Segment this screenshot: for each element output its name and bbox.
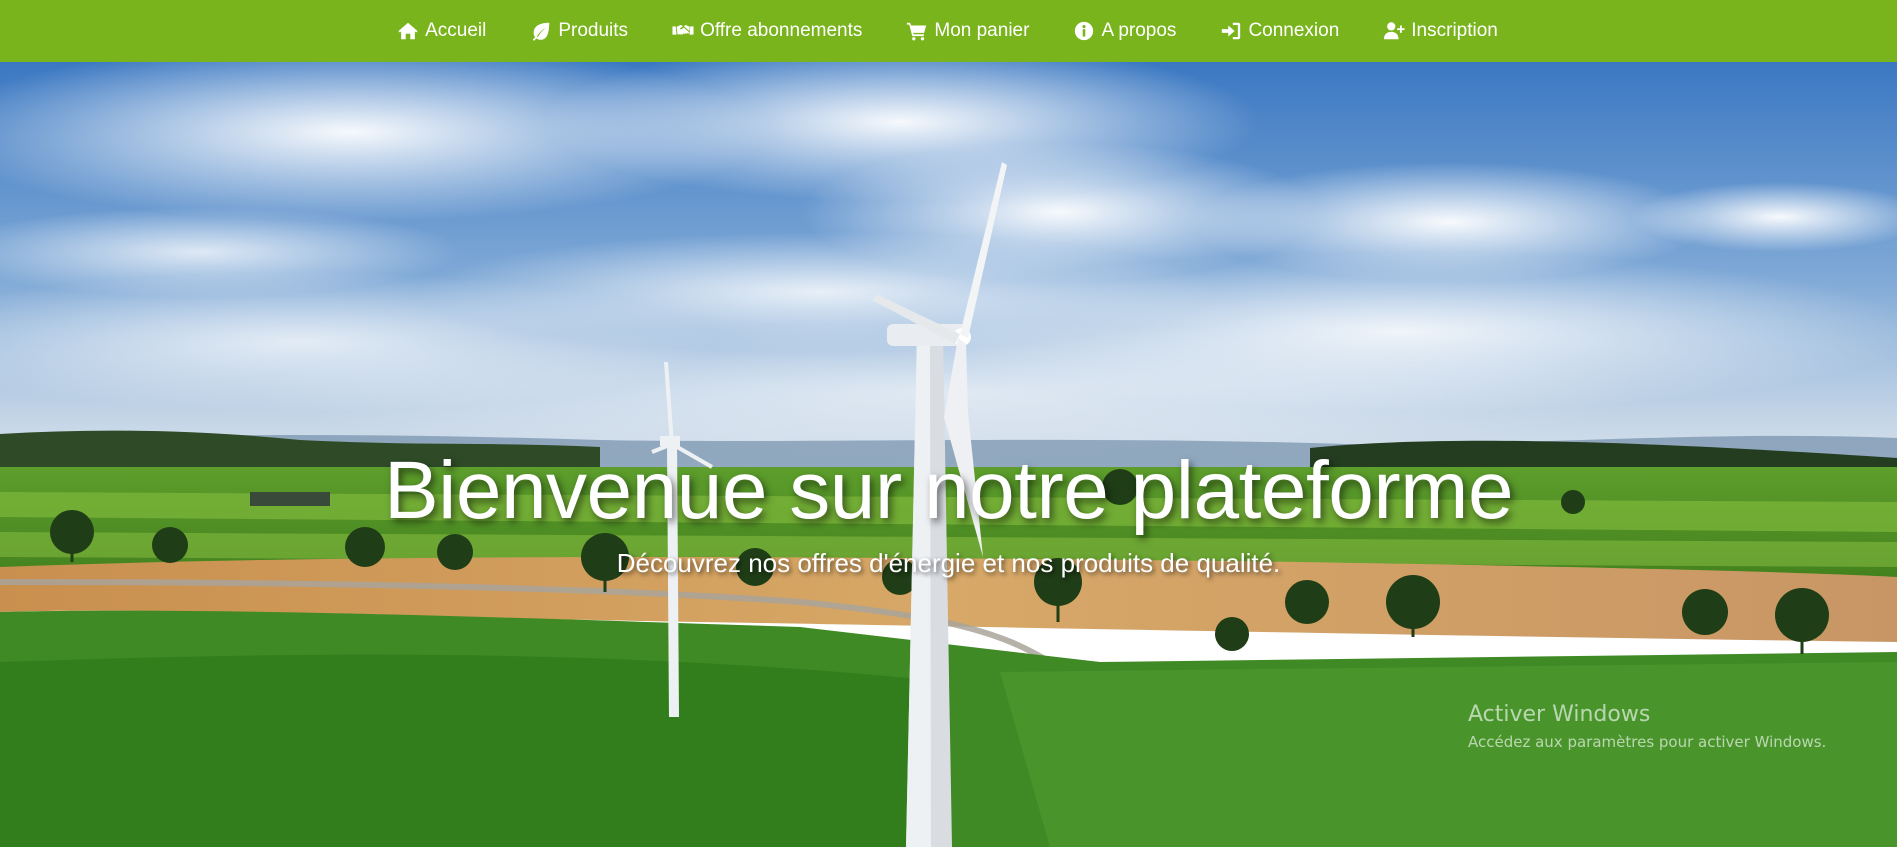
hero-title: Bienvenue sur notre plateforme xyxy=(383,445,1514,536)
watermark-subtitle: Accédez aux paramètres pour activer Wind… xyxy=(1468,733,1827,751)
nav-item-label: Produits xyxy=(558,20,629,41)
sign-in-icon xyxy=(1222,22,1241,40)
user-plus-icon xyxy=(1384,22,1405,40)
nav-item-accueil[interactable]: Accueil xyxy=(375,0,508,62)
nav-item-inscription[interactable]: Inscription xyxy=(1361,0,1520,62)
nav-menu: Accueil Produits Offre abonnements Mon p… xyxy=(375,0,1520,62)
cart-icon xyxy=(907,22,927,41)
nav-item-label: Mon panier xyxy=(934,20,1030,41)
nav-item-connexion[interactable]: Connexion xyxy=(1198,0,1361,62)
nav-item-label: A propos xyxy=(1101,20,1177,41)
nav-item-label: Accueil xyxy=(425,20,487,41)
windows-activation-watermark: Activer Windows Accédez aux paramètres p… xyxy=(1468,702,1826,751)
nav-item-label: Connexion xyxy=(1248,20,1340,41)
leaf-icon xyxy=(533,22,550,41)
handshake-icon xyxy=(672,25,694,35)
nav-item-label: Inscription xyxy=(1411,20,1498,41)
watermark-title: Activer Windows xyxy=(1468,702,1651,727)
nav-item-offre-abonnements[interactable]: Offre abonnements xyxy=(650,0,884,62)
nav-item-mon-panier[interactable]: Mon panier xyxy=(884,0,1051,62)
home-icon xyxy=(398,22,418,40)
nav-item-label: Offre abonnements xyxy=(700,20,863,41)
nav-item-produits[interactable]: Produits xyxy=(508,0,650,62)
hero-subtitle: Découvrez nos offres d'énergie et nos pr… xyxy=(616,548,1281,578)
top-navbar: Accueil Produits Offre abonnements Mon p… xyxy=(0,0,1897,62)
info-circle-icon xyxy=(1075,21,1094,41)
nav-item-a-propos[interactable]: A propos xyxy=(1051,0,1198,62)
